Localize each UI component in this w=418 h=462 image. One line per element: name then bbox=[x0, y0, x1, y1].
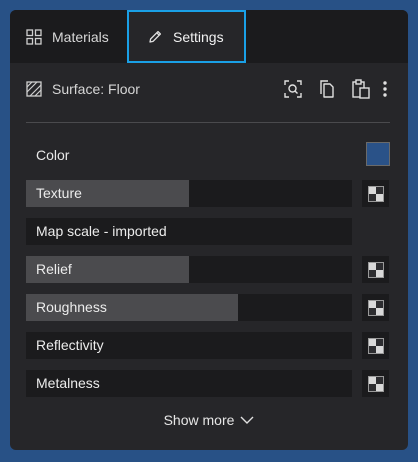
surface-label: Surface: Floor bbox=[52, 81, 140, 97]
texture-picker-button[interactable] bbox=[362, 256, 389, 283]
property-label: Relief bbox=[36, 261, 72, 277]
color-label: Color bbox=[36, 147, 70, 163]
texture-picker-button[interactable] bbox=[362, 370, 389, 397]
color-row: Color bbox=[26, 140, 390, 170]
copy-icon bbox=[320, 80, 334, 98]
texture-checker-icon bbox=[367, 375, 384, 392]
scan-search-icon bbox=[284, 80, 302, 98]
more-vertical-icon bbox=[383, 81, 387, 97]
property-relief[interactable]: Relief bbox=[26, 256, 352, 283]
divider bbox=[26, 122, 390, 123]
show-more-button[interactable]: Show more bbox=[10, 408, 408, 432]
material-settings-panel: Materials Settings Surface: Floor Color … bbox=[10, 10, 408, 450]
paste-button[interactable] bbox=[348, 76, 374, 102]
property-label: Metalness bbox=[36, 375, 100, 391]
texture-picker-button[interactable] bbox=[362, 180, 389, 207]
property-roughness[interactable]: Roughness bbox=[26, 294, 352, 321]
property-reflectivity[interactable]: Reflectivity bbox=[26, 332, 352, 359]
property-texture[interactable]: Texture bbox=[26, 180, 352, 207]
property-label: Map scale - imported bbox=[36, 223, 167, 239]
more-options-button[interactable] bbox=[378, 76, 392, 102]
show-more-label: Show more bbox=[163, 412, 235, 428]
surface-actions bbox=[272, 76, 392, 102]
copy-button[interactable] bbox=[314, 76, 340, 102]
tab-settings[interactable]: Settings bbox=[127, 10, 246, 63]
scan-search-button[interactable] bbox=[280, 76, 306, 102]
surface-header: Surface: Floor bbox=[26, 76, 392, 102]
property-map-scale-imported[interactable]: Map scale - imported bbox=[26, 218, 352, 245]
texture-picker-button[interactable] bbox=[362, 332, 389, 359]
property-label: Roughness bbox=[36, 299, 107, 315]
tab-materials[interactable]: Materials bbox=[26, 10, 126, 63]
chevron-down-icon bbox=[240, 416, 254, 424]
tab-settings-label: Settings bbox=[173, 28, 224, 45]
texture-checker-icon bbox=[367, 261, 384, 278]
property-label: Texture bbox=[36, 185, 82, 201]
texture-checker-icon bbox=[367, 185, 384, 202]
tab-materials-label: Materials bbox=[52, 28, 109, 45]
tab-bar: Materials Settings bbox=[10, 10, 408, 63]
texture-checker-icon bbox=[367, 299, 384, 316]
hatch-icon bbox=[26, 81, 42, 97]
texture-picker-button[interactable] bbox=[362, 294, 389, 321]
property-metalness[interactable]: Metalness bbox=[26, 370, 352, 397]
texture-checker-icon bbox=[367, 337, 384, 354]
property-label: Reflectivity bbox=[36, 337, 104, 353]
color-swatch[interactable] bbox=[366, 142, 390, 166]
paste-icon bbox=[352, 79, 370, 99]
grid-icon bbox=[26, 28, 42, 45]
pencil-icon bbox=[149, 30, 162, 43]
